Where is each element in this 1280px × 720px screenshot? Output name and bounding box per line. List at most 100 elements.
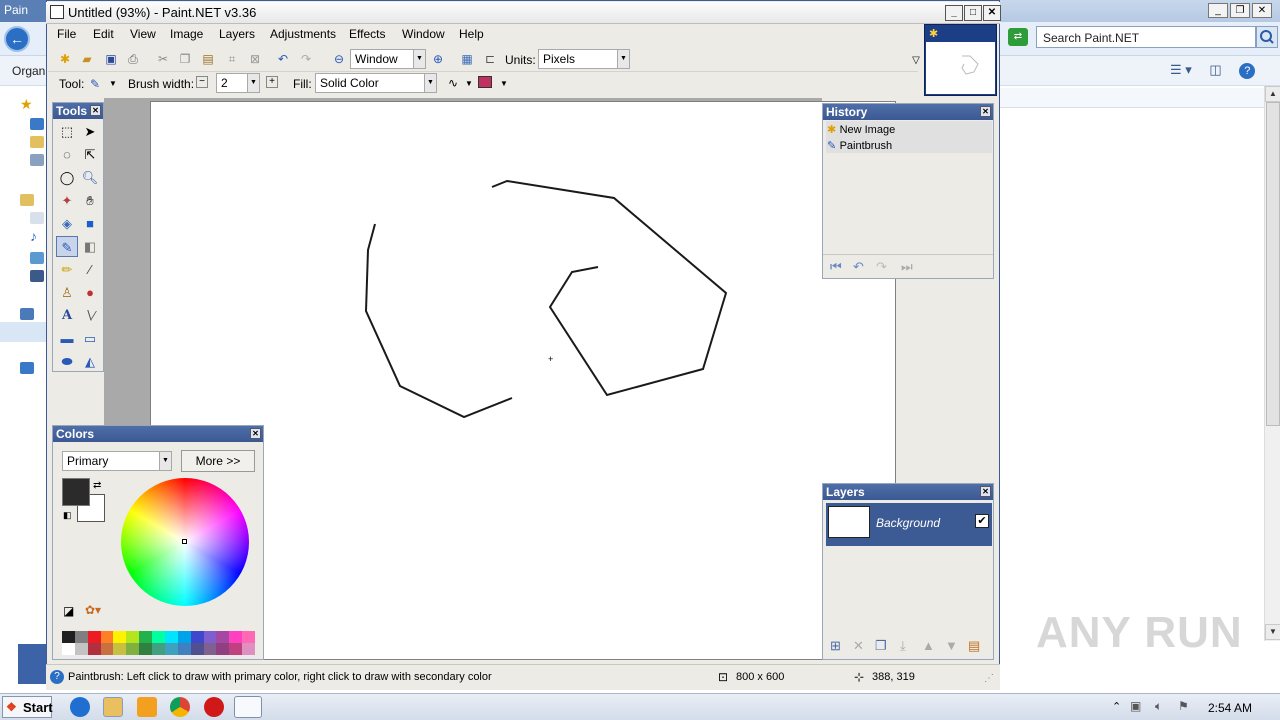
palette-color-swatch[interactable] [62, 631, 75, 643]
magic-wand-icon[interactable]: ✦ [56, 190, 78, 211]
pan-hand-icon[interactable]: ✋︎ [79, 190, 101, 211]
deselect-icon[interactable]: ⊠ [247, 51, 263, 67]
action-center-icon[interactable]: ▣ [1130, 699, 1141, 713]
history-panel-header[interactable]: History ✕ [823, 104, 993, 120]
layer-visibility-checkbox[interactable]: ✔ [975, 514, 989, 528]
rulers-icon[interactable]: ⊏ [482, 51, 498, 67]
history-item-new-image[interactable]: ✱ New Image [827, 122, 987, 138]
scroll-down-icon[interactable]: ▼ [1265, 624, 1280, 640]
menu-effects[interactable]: Effects [349, 27, 385, 41]
explorer-icon[interactable] [103, 697, 123, 717]
palette-color-swatch[interactable] [203, 631, 217, 643]
reset-colors-icon[interactable]: ◧ [63, 510, 72, 521]
chevron-down-icon[interactable]: ▼ [496, 76, 512, 92]
palette-color-swatch[interactable] [177, 643, 191, 655]
palette-color-swatch[interactable] [216, 631, 230, 643]
menu-layers[interactable]: Layers [219, 27, 255, 41]
pencil-icon[interactable]: ✏︎ [56, 259, 78, 280]
crop-icon[interactable]: ⌗ [224, 51, 240, 67]
palette-color-swatch[interactable] [190, 643, 204, 655]
close-icon[interactable]: ✕ [250, 428, 261, 439]
rectangle-icon[interactable]: ▬ [56, 328, 78, 349]
lasso-select-icon[interactable]: ◌ [56, 144, 78, 165]
chevron-down-icon[interactable]: ▼ [105, 76, 121, 92]
move-selected-icon[interactable]: ⇱ [79, 144, 101, 165]
palette-color-swatch[interactable] [216, 643, 230, 655]
palette-color-swatch[interactable] [177, 631, 191, 643]
colors-panel-header[interactable]: Colors ✕ [53, 426, 263, 442]
undo-icon[interactable]: ↶ [853, 259, 864, 275]
add-layer-icon[interactable]: ⊞ [830, 638, 841, 654]
palette-color-swatch[interactable] [242, 631, 255, 643]
rectangle-select-icon[interactable]: ⬚ [56, 121, 78, 142]
favorites-star-icon[interactable]: ★ [20, 96, 34, 112]
copy-icon[interactable]: ❐ [177, 51, 193, 67]
restore-icon[interactable]: ❐ [1230, 3, 1250, 18]
paintbrush-tool-icon[interactable]: ✎ [87, 76, 103, 92]
chevron-down-icon[interactable]: ▼ [461, 76, 477, 92]
decrease-width-icon[interactable]: − [196, 76, 208, 88]
ie-icon[interactable] [70, 697, 90, 717]
text-icon[interactable]: A [56, 305, 78, 326]
palette-color-swatch[interactable] [74, 631, 88, 643]
paint-bucket-icon[interactable]: ◈ [56, 213, 78, 234]
maximize-icon[interactable]: □ [964, 5, 982, 21]
palette-color-swatch[interactable] [113, 631, 127, 643]
fast-forward-icon[interactable]: ⏭ [901, 259, 913, 275]
close-icon[interactable]: ✕ [983, 5, 1001, 21]
column-header[interactable] [1000, 88, 1266, 108]
redo-icon[interactable]: ↷ [298, 51, 314, 67]
minimize-icon[interactable]: _ [945, 5, 963, 21]
save-icon[interactable]: ▣ [103, 51, 119, 67]
palette-color-swatch[interactable] [87, 631, 101, 643]
line-curve-icon[interactable]: ∖∕ [79, 305, 101, 326]
menu-help[interactable]: Help [459, 27, 484, 41]
libraries-icon[interactable] [20, 194, 34, 206]
grid-icon[interactable]: ▦ [459, 51, 475, 67]
zoom-in-icon[interactable]: ⊕ [430, 51, 446, 67]
undo-icon[interactable]: ↶ [275, 51, 291, 67]
layers-panel-header[interactable]: Layers ✕ [823, 484, 993, 500]
organize-button[interactable]: Organi [12, 64, 48, 78]
palette-color-swatch[interactable] [100, 631, 114, 643]
opera-icon[interactable] [204, 697, 224, 717]
image-thumbnail[interactable] [926, 42, 995, 94]
rewind-icon[interactable]: ⏮ [830, 259, 842, 275]
brush-width-select[interactable]: 2 ▼ [216, 73, 260, 93]
antialiasing-icon[interactable]: ∿ [445, 75, 461, 91]
preview-pane-icon[interactable]: ◫ [1209, 62, 1221, 77]
move-layer-up-icon[interactable]: ▲ [922, 638, 935, 653]
palette-color-swatch[interactable] [242, 643, 255, 655]
gradient-icon[interactable]: ■ [79, 213, 101, 234]
view-list-icon[interactable]: ☰ ▾ [1170, 62, 1192, 77]
start-button[interactable]: ❖ Start [2, 696, 53, 718]
close-icon[interactable]: ✕ [980, 106, 991, 117]
close-icon[interactable]: ✕ [90, 105, 101, 116]
desktop-icon[interactable] [30, 118, 44, 130]
palette-color-swatch[interactable] [62, 643, 75, 655]
music-icon[interactable]: ♪ [30, 228, 37, 244]
zoom-select[interactable]: Window ▼ [350, 49, 426, 69]
palette-color-swatch[interactable] [229, 631, 243, 643]
menu-image[interactable]: Image [170, 27, 203, 41]
scroll-up-icon[interactable]: ▲ [1265, 86, 1280, 102]
print-icon[interactable]: ⎙ [125, 51, 141, 67]
merge-layer-icon[interactable]: ⤓ [900, 638, 906, 654]
recent-places-icon[interactable] [30, 154, 44, 166]
palette-color-swatch[interactable] [164, 643, 178, 655]
increase-width-icon[interactable]: + [266, 76, 278, 88]
ellipse-select-icon[interactable]: ◯ [56, 167, 78, 188]
media-player-icon[interactable] [137, 697, 157, 717]
resize-grip-icon[interactable]: ⋰ [984, 673, 994, 684]
downloads-icon[interactable] [30, 136, 44, 148]
move-selection-icon[interactable]: ➤ [79, 121, 101, 142]
eraser-icon[interactable]: ◧ [79, 236, 101, 257]
search-icon[interactable] [1256, 26, 1278, 48]
search-input[interactable]: Search Paint.NET [1036, 26, 1256, 48]
clone-stamp-icon[interactable]: ♙ [56, 282, 78, 303]
refresh-icon[interactable]: ⇄ [1008, 28, 1028, 46]
minimize-icon[interactable]: _ [1208, 3, 1228, 18]
palette-color-swatch[interactable] [100, 643, 114, 655]
back-arrow-icon[interactable]: ← [4, 26, 30, 52]
tools-panel-header[interactable]: Tools ✕ [53, 103, 103, 119]
